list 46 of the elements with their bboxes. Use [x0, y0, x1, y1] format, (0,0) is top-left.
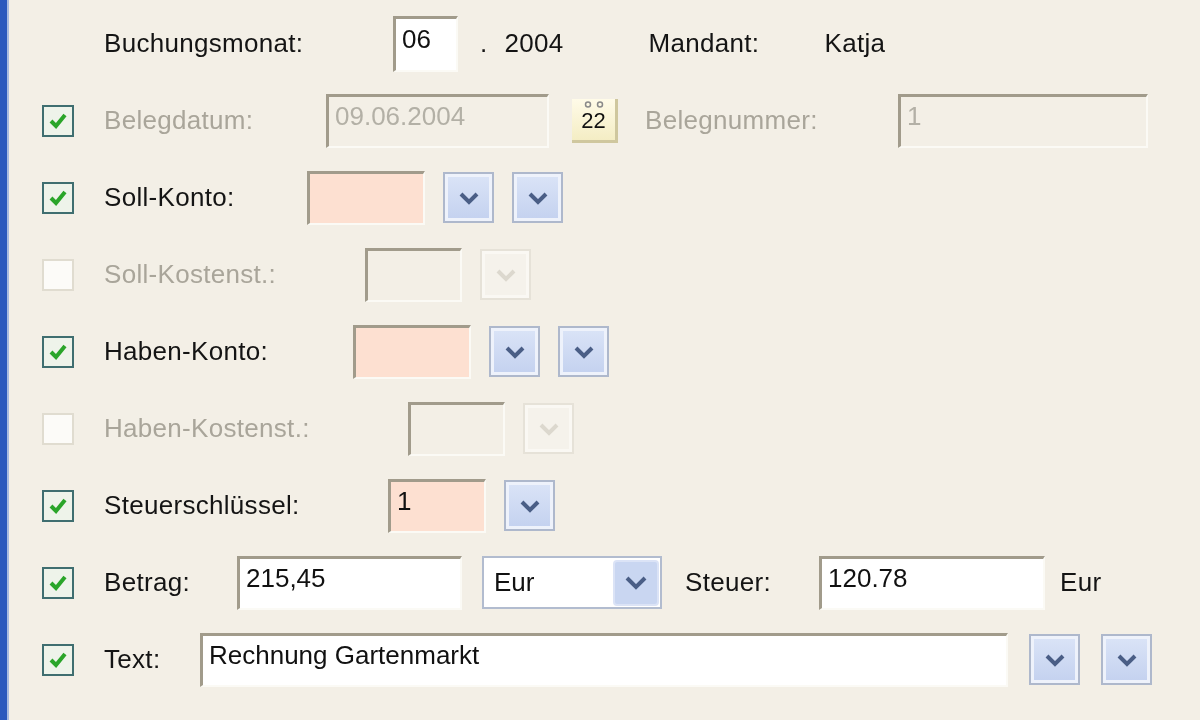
dropdown-button[interactable]	[558, 326, 609, 377]
chevron-down-icon	[526, 190, 549, 205]
dropdown-button[interactable]	[489, 326, 540, 377]
year-text: 2004	[504, 28, 564, 59]
tax-field[interactable]: 120.78	[819, 555, 1045, 610]
field-label: Soll-Konto:	[104, 182, 235, 213]
field-label: Mandant:	[648, 28, 760, 59]
month-field[interactable]: 06	[393, 15, 458, 72]
chevron-down-icon	[518, 498, 541, 513]
chevron-down-icon	[457, 190, 480, 205]
separator-text: .	[480, 28, 488, 59]
chevron-down-icon	[1043, 652, 1066, 667]
input-field[interactable]: 1	[388, 478, 486, 533]
currency-dropdown[interactable]: Eur	[482, 556, 662, 609]
client-name: Katja	[824, 28, 886, 59]
field-label: Steuerschlüssel:	[104, 490, 300, 521]
text-field[interactable]: Rechnung Gartenmarkt	[200, 632, 1008, 687]
dropdown-button[interactable]	[443, 172, 494, 223]
checkbox[interactable]	[42, 335, 74, 368]
field-label: Haben-Kostenst.:	[104, 413, 310, 444]
dropdown-button[interactable]	[1101, 634, 1152, 685]
field-label: Betrag:	[104, 567, 190, 598]
field-label: Belegdatum:	[104, 105, 254, 136]
dropdown-button[interactable]	[504, 480, 555, 531]
field-label: Text:	[104, 644, 161, 675]
field-label: Buchungsmonat:	[104, 28, 304, 59]
chevron-down-icon	[494, 267, 517, 282]
input-field[interactable]	[307, 170, 425, 225]
checkbox[interactable]	[42, 181, 74, 214]
field-label: Soll-Kostenst.:	[104, 259, 277, 290]
unit-text: Eur	[1060, 567, 1102, 598]
dropdown-button[interactable]	[1029, 634, 1080, 685]
chevron-down-icon	[1115, 652, 1138, 667]
checkbox[interactable]	[42, 643, 74, 676]
chevron-down-icon	[503, 344, 526, 359]
dropdown-button[interactable]	[512, 172, 563, 223]
field-label: Haben-Konto:	[104, 336, 269, 367]
amount-field[interactable]: 215,45	[237, 555, 462, 610]
chevron-down-icon	[613, 559, 659, 606]
chevron-down-icon	[572, 344, 595, 359]
checkbox[interactable]	[42, 489, 74, 522]
field-label: Belegnummer:	[645, 105, 818, 136]
field-label: Steuer:	[685, 567, 771, 598]
chevron-down-icon	[537, 421, 560, 436]
input-field[interactable]	[353, 324, 471, 379]
checkbox[interactable]	[42, 566, 74, 599]
